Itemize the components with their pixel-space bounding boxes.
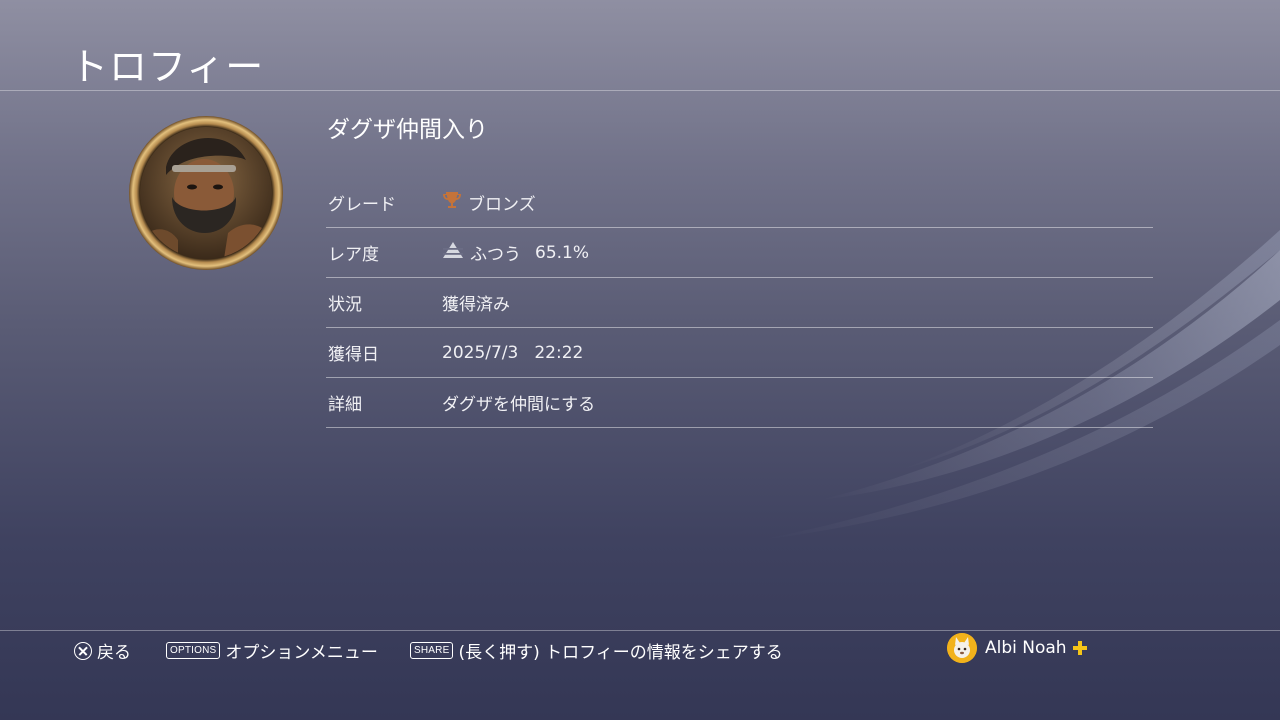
rarity-text: ふつう	[470, 245, 521, 265]
options-menu-button[interactable]: OPTIONS オプションメニュー	[166, 638, 378, 663]
row-status: 状況 獲得済み	[326, 278, 1153, 328]
header-divider	[0, 90, 1280, 91]
bronze-trophy-icon	[442, 190, 462, 215]
trophy-image	[128, 115, 284, 271]
row-grade: グレード ブロンズ	[326, 178, 1153, 228]
earned-date-value: 2025/7/3 22:22	[442, 343, 583, 363]
row-detail: 詳細 ダグザを仲間にする	[326, 378, 1153, 428]
grade-value: ブロンズ	[442, 190, 536, 215]
options-label: オプションメニュー	[225, 643, 378, 663]
detail-label: 詳細	[328, 395, 362, 415]
options-button-icon: OPTIONS	[166, 642, 221, 659]
back-button[interactable]: 戻る	[74, 638, 131, 663]
detail-value: ダグザを仲間にする	[442, 395, 596, 415]
share-button-icon: SHARE	[410, 642, 454, 659]
row-rarity: レア度 ふつう 65.1%	[326, 228, 1153, 278]
page-title: トロフィー	[70, 45, 265, 89]
earned-time: 22:22	[534, 342, 584, 363]
rarity-value: ふつう 65.1%	[442, 240, 589, 265]
earned-date: 2025/7/3	[442, 342, 519, 363]
trophy-detail-table: グレード ブロンズ レア度 ふつう 65.1% 状況 獲得済み 獲得日 2025…	[326, 178, 1153, 428]
rarity-pyramid-icon	[442, 241, 464, 264]
grade-text: ブロンズ	[468, 195, 536, 215]
share-label: (長く押す) トロフィーの情報をシェアする	[458, 643, 783, 663]
avatar	[947, 633, 977, 663]
earned-date-label: 獲得日	[328, 345, 379, 365]
grade-label: グレード	[328, 195, 396, 215]
status-value: 獲得済み	[442, 295, 510, 315]
footer-bar: 戻る OPTIONS オプションメニュー SHARE (長く押す) トロフィーの…	[0, 630, 1280, 670]
back-label: 戻る	[97, 643, 131, 663]
rarity-percent: 65.1%	[535, 242, 590, 263]
ps-plus-icon	[1072, 640, 1088, 656]
cross-button-icon	[74, 641, 92, 660]
share-button[interactable]: SHARE (長く押す) トロフィーの情報をシェアする	[410, 638, 783, 663]
row-earned-date: 獲得日 2025/7/3 22:22	[326, 328, 1153, 378]
username: Albi Noah	[985, 638, 1067, 658]
status-label: 状況	[328, 295, 362, 315]
rarity-label: レア度	[328, 245, 379, 265]
user-profile[interactable]: Albi Noah	[947, 633, 1088, 663]
trophy-name: ダグザ仲間入り	[327, 117, 488, 143]
